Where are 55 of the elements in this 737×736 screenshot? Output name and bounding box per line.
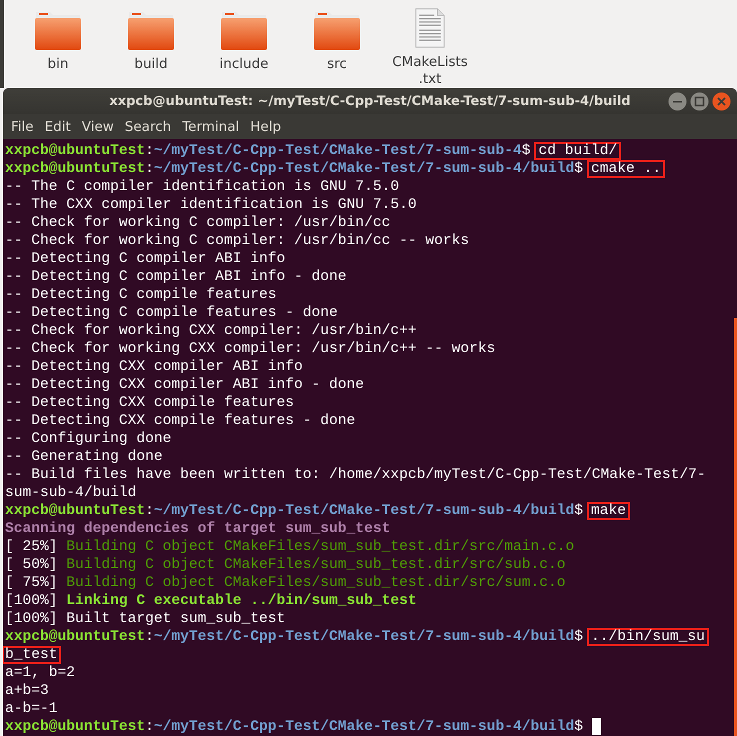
- menu-item[interactable]: File: [11, 118, 34, 135]
- output-line: -- Configuring done: [5, 430, 172, 448]
- output-line: -- Build files have been written to: /home/xxpcb/myTest/C-Cpp-Test/CMake-Test/7-: [5, 466, 706, 484]
- window-title: xxpcb@ubuntuTest: ~/myTest/C-Cpp-Test/CMake-Test/7-sum-sub-4/build: [109, 94, 631, 109]
- command-text: cd build/: [534, 142, 622, 160]
- menu-item[interactable]: Edit: [44, 118, 71, 135]
- progress-percent: [ 50%]: [5, 556, 58, 574]
- output-line: Scanning dependencies of target sum_sub_test: [5, 520, 390, 538]
- output-line: Building C object CMakeFiles/sum_sub_test.dir/src/main.c.o: [65, 538, 574, 556]
- shell-prompt: xxpcb@ubuntuTest:~/myTest/C-Cpp-Test/CMake-Test/7-sum-sub-4$: [5, 142, 530, 160]
- close-button[interactable]: [712, 92, 731, 111]
- command-text: cmake ..: [587, 160, 666, 178]
- file-name[interactable]: build: [134, 56, 168, 73]
- file-name[interactable]: CMakeLists .txt: [392, 54, 468, 88]
- output-line: -- Detecting C compile features: [5, 286, 276, 304]
- progress-percent: [ 75%]: [5, 574, 58, 592]
- file-name[interactable]: bin: [48, 56, 68, 73]
- command-text: make: [587, 502, 630, 520]
- output-line: [100%] Built target sum_sub_test: [5, 610, 286, 628]
- minimize-button[interactable]: [668, 92, 687, 111]
- menu-item[interactable]: View: [82, 118, 114, 135]
- output-line: -- Generating done: [5, 448, 163, 466]
- progress-percent: [100%]: [5, 592, 58, 610]
- progress-percent: [ 25%]: [5, 538, 58, 556]
- output-line: a+b=3: [5, 682, 49, 700]
- menu-item[interactable]: Help: [250, 118, 282, 135]
- output-line: -- The CXX compiler identification is GNU 7.5.0: [5, 196, 417, 214]
- output-line: -- Check for working CXX compiler: /usr/bin/c++: [5, 322, 417, 340]
- output-line: sum-sub-4/build: [5, 484, 136, 502]
- command-text: ../bin/sum_su: [587, 628, 709, 646]
- shell-prompt: xxpcb@ubuntuTest:~/myTest/C-Cpp-Test/CMake-Test/7-sum-sub-4/build$: [5, 502, 584, 520]
- output-line: Linking C executable ../bin/sum_sub_test: [65, 592, 417, 610]
- output-line: -- Detecting CXX compiler ABI info - done: [5, 376, 364, 394]
- output-line: -- Detecting CXX compile features: [5, 394, 294, 412]
- output-line: -- Detecting C compile features - done: [5, 304, 338, 322]
- output-line: -- Detecting C compiler ABI info - done: [5, 268, 347, 286]
- file-name[interactable]: src: [327, 56, 347, 73]
- output-line: -- Check for working C compiler: /usr/bin/cc -- works: [5, 232, 470, 250]
- shell-prompt: xxpcb@ubuntuTest:~/myTest/C-Cpp-Test/CMake-Test/7-sum-sub-4/build$: [5, 160, 584, 178]
- menu-item[interactable]: Search: [124, 118, 172, 135]
- maximize-button[interactable]: [690, 92, 709, 111]
- menu-item[interactable]: Terminal: [182, 118, 240, 135]
- output-line: a=1, b=2: [5, 664, 76, 682]
- output-line: -- Detecting C compiler ABI info: [5, 250, 286, 268]
- shell-prompt: xxpcb@ubuntuTest:~/myTest/C-Cpp-Test/CMake-Test/7-sum-sub-4/build$: [5, 628, 584, 646]
- file-name[interactable]: include: [220, 56, 268, 73]
- output-line: -- Check for working C compiler: /usr/bin/cc: [5, 214, 390, 232]
- output-line: Building C object CMakeFiles/sum_sub_test.dir/src/sub.c.o: [65, 556, 566, 574]
- output-line: Building C object CMakeFiles/sum_sub_test.dir/src/sum.c.o: [65, 574, 566, 592]
- output-line: -- Detecting CXX compile features - done: [5, 412, 356, 430]
- output-line: -- Check for working CXX compiler: /usr/bin/c++ -- works: [5, 340, 496, 358]
- output-line: a-b=-1: [5, 700, 58, 718]
- shell-prompt: xxpcb@ubuntuTest:~/myTest/C-Cpp-Test/CMake-Test/7-sum-sub-4/build$: [5, 718, 584, 736]
- output-line: -- The C compiler identification is GNU 7.5.0: [5, 178, 400, 196]
- output-line: -- Detecting CXX compiler ABI info: [5, 358, 303, 376]
